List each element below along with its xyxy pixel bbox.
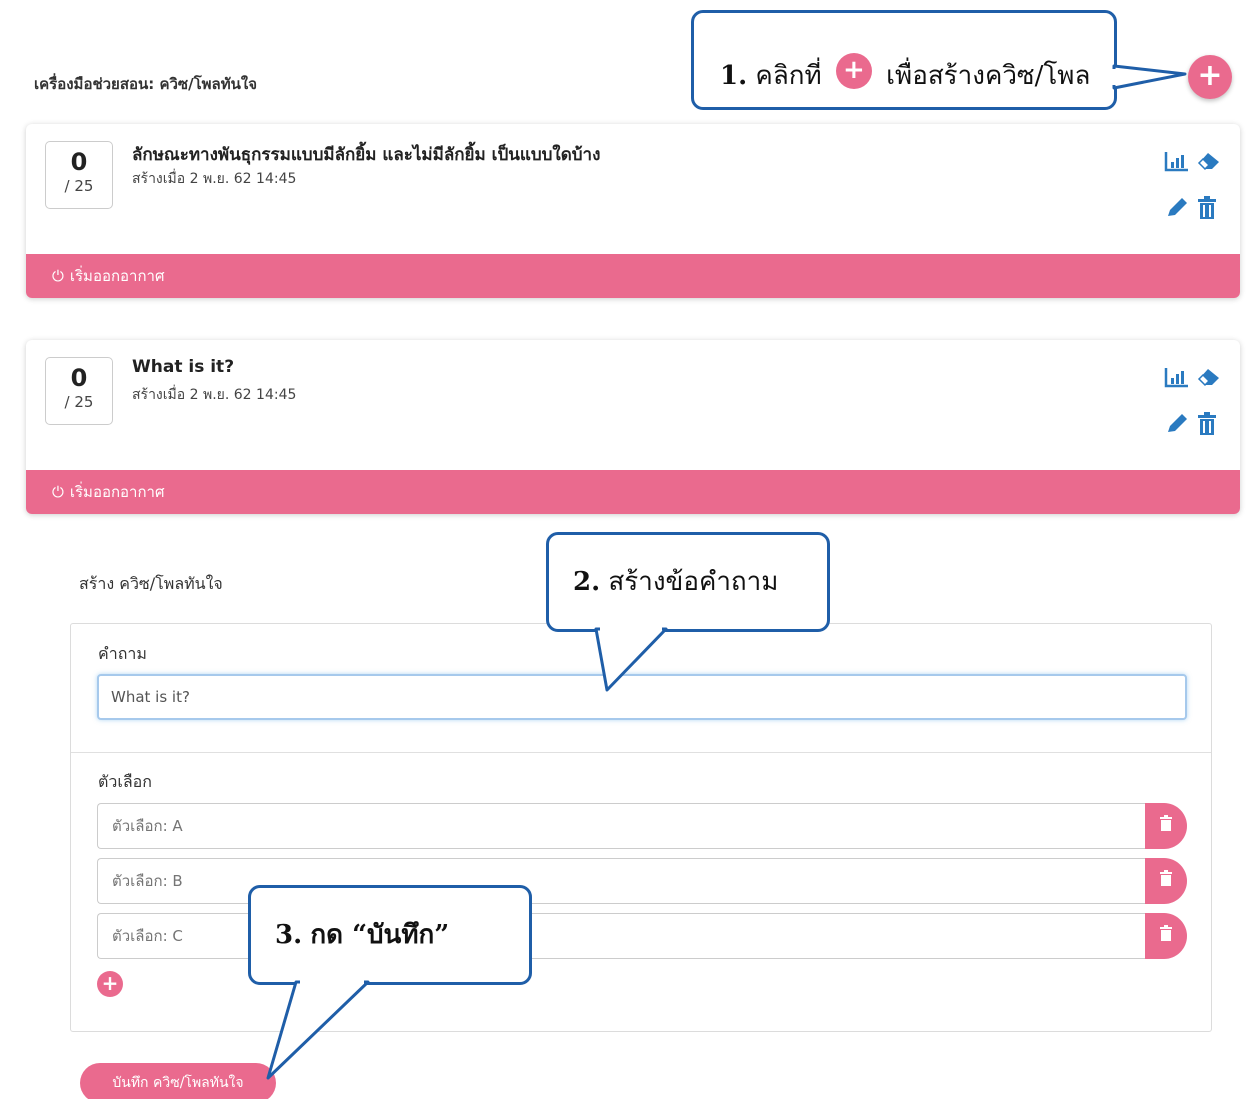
eraser-icon[interactable] (1196, 150, 1222, 179)
instruction-callout-1: 1. คลิกที่ + เพื่อสร้างควิซ/โพล (691, 10, 1117, 110)
choices-label: ตัวเลือก (98, 772, 152, 791)
question-label: คำถาม (98, 644, 147, 663)
choice-input-a[interactable] (97, 803, 1145, 849)
start-broadcast-label: เริ่มออกอากาศ (69, 267, 165, 285)
quiz-card: 0 / 25 ลักษณะทางพันธุกรรมแบบมีลักยิ้ม แล… (26, 124, 1240, 298)
trash-icon (1159, 815, 1173, 836)
trash-icon (1159, 925, 1173, 946)
start-broadcast-button[interactable]: ⏻ เริ่มออกอากาศ (26, 254, 1240, 298)
response-total: / 25 (64, 177, 94, 195)
create-quiz-form: คำถาม ตัวเลือก + (70, 623, 1212, 1032)
response-count-box: 0 / 25 (45, 141, 113, 209)
step3-number: 3. (275, 920, 303, 950)
step1-text-after: เพื่อสร้างควิซ/โพล (886, 61, 1091, 91)
plus-icon: + (835, 53, 872, 89)
trash-icon[interactable] (1196, 196, 1218, 227)
plus-icon: + (1197, 58, 1223, 93)
step2-number: 2. (573, 567, 601, 597)
response-count-box: 0 / 25 (45, 357, 113, 425)
create-form-title: สร้าง ควิซ/โพลทันใจ (79, 574, 223, 593)
plus-icon: + (101, 971, 119, 995)
step2-text: สร้างข้อคำถาม (608, 567, 779, 597)
power-icon: ⏻ (52, 483, 64, 501)
question-input[interactable] (97, 674, 1187, 720)
eraser-icon[interactable] (1196, 366, 1222, 395)
edit-pencil-icon[interactable] (1164, 196, 1190, 227)
add-choice-button[interactable]: + (97, 971, 123, 997)
instruction-callout-2: 2. สร้างข้อคำถาม (546, 532, 830, 632)
edit-pencil-icon[interactable] (1164, 412, 1190, 443)
page-title: เครื่องมือช่วยสอน: ควิซ/โพลทันใจ (34, 75, 257, 93)
form-divider (71, 752, 1211, 753)
trash-icon[interactable] (1196, 412, 1218, 443)
step3-text: กด “บันทึก” (310, 920, 450, 950)
add-quiz-button[interactable]: + (1188, 55, 1232, 99)
save-quiz-button[interactable]: บันทึก ควิซ/โพลทันใจ (80, 1063, 276, 1099)
quiz-created-date: สร้างเมื่อ 2 พ.ย. 62 14:45 (132, 171, 297, 187)
start-broadcast-button[interactable]: ⏻ เริ่มออกอากาศ (26, 470, 1240, 514)
delete-choice-button[interactable] (1145, 858, 1187, 904)
trash-icon (1159, 870, 1173, 891)
step1-number: 1. (720, 61, 748, 91)
response-count: 0 (70, 148, 88, 176)
choice-row (97, 803, 1187, 849)
delete-choice-button[interactable] (1145, 803, 1187, 849)
quiz-card: 0 / 25 What is it? สร้างเมื่อ 2 พ.ย. 62 … (26, 340, 1240, 514)
response-total: / 25 (64, 393, 94, 411)
start-broadcast-label: เริ่มออกอากาศ (69, 483, 165, 501)
instruction-callout-3: 3. กด “บันทึก” (248, 885, 532, 985)
response-count: 0 (70, 364, 88, 392)
power-icon: ⏻ (52, 267, 64, 285)
bar-chart-icon[interactable] (1164, 150, 1190, 179)
bar-chart-icon[interactable] (1164, 366, 1190, 395)
quiz-created-date: สร้างเมื่อ 2 พ.ย. 62 14:45 (132, 387, 297, 403)
step1-text-before: คลิกที่ (755, 61, 822, 91)
quiz-question: ลักษณะทางพันธุกรรมแบบมีลักยิ้ม และไม่มีล… (132, 145, 601, 165)
quiz-question: What is it? (132, 357, 235, 377)
delete-choice-button[interactable] (1145, 913, 1187, 959)
